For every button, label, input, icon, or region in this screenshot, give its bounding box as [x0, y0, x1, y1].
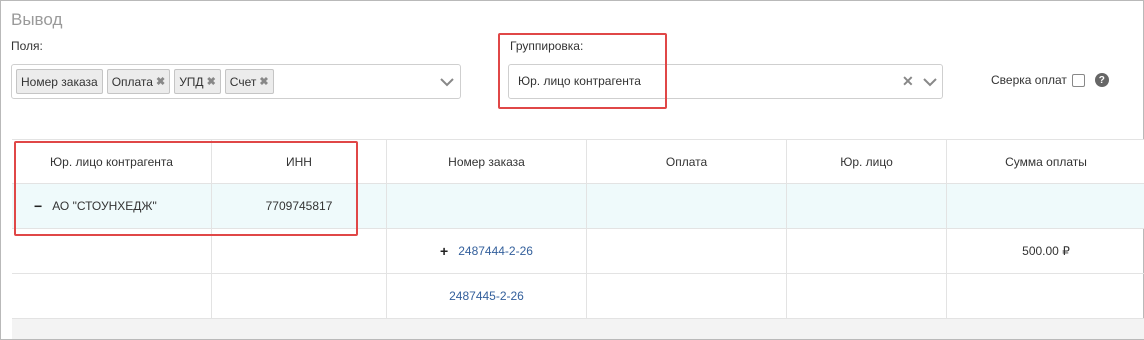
chevron-down-icon[interactable]	[440, 75, 454, 89]
chevron-down-icon[interactable]	[923, 75, 937, 89]
legal-entity-cell	[787, 274, 947, 318]
field-tag-label: Номер заказа	[21, 74, 98, 89]
inn-value: 7709745817	[212, 184, 387, 228]
payment-reconciliation: Сверка оплат ?	[991, 73, 1109, 87]
field-tag: Счет ✖	[224, 69, 274, 94]
amount-cell	[947, 274, 1144, 318]
payment-reconciliation-checkbox[interactable]	[1071, 73, 1085, 87]
table-cell	[212, 229, 387, 273]
payment-cell	[587, 274, 787, 318]
table-cell	[787, 184, 947, 228]
field-tag: УПД ✖	[174, 69, 221, 94]
plus-icon[interactable]: +	[440, 243, 448, 259]
column-header[interactable]: Юр. лицо	[787, 140, 947, 183]
column-header[interactable]: Юр. лицо контрагента	[12, 140, 212, 183]
payment-cell	[587, 229, 787, 273]
grouping-selected-value: Юр. лицо контрагента	[518, 74, 641, 88]
close-icon[interactable]: ✖	[156, 75, 165, 88]
table-cell	[12, 274, 212, 318]
table-cell	[587, 184, 787, 228]
section-title: Вывод	[11, 10, 63, 29]
fields-multiselect[interactable]: Номер заказа Оплата ✖ УПД ✖ Счет ✖	[11, 64, 461, 99]
help-icon[interactable]: ?	[1094, 73, 1109, 87]
fields-label: Поля:	[11, 39, 43, 53]
table-row: + 2487444-2-26 500.00 ₽	[12, 229, 1144, 274]
fields-tags: Номер заказа Оплата ✖ УПД ✖ Счет ✖	[16, 69, 274, 94]
table-cell	[12, 229, 212, 273]
table-cell	[947, 184, 1144, 228]
field-tag-label: Оплата	[111, 74, 153, 89]
table-cell: − АО "СТОУНХЕДЖ"	[12, 184, 212, 228]
close-icon[interactable]: ✖	[207, 75, 216, 88]
order-link[interactable]: 2487445-2-26	[449, 289, 524, 303]
column-header[interactable]: ИНН	[212, 140, 387, 183]
minus-icon[interactable]: −	[34, 198, 42, 214]
field-tag: Оплата ✖	[106, 69, 171, 94]
field-tag: Номер заказа	[16, 69, 103, 94]
counterparty-name: АО "СТОУНХЕДЖ"	[52, 199, 157, 213]
table-header-row: Юр. лицо контрагента ИНН Номер заказа Оп…	[12, 139, 1144, 184]
amount-cell: 500.00 ₽	[1022, 244, 1070, 258]
payment-reconciliation-label: Сверка оплат	[991, 73, 1067, 87]
legal-entity-cell	[787, 229, 947, 273]
order-link[interactable]: 2487444-2-26	[458, 244, 533, 258]
column-header[interactable]: Оплата	[587, 140, 787, 183]
table-row: 2487445-2-26	[12, 274, 1144, 319]
table-cell: + 2487444-2-26	[387, 229, 587, 273]
close-icon[interactable]: ✕	[902, 73, 914, 90]
column-header[interactable]: Сумма оплаты	[947, 140, 1144, 183]
table-cell	[212, 274, 387, 318]
table-cell	[387, 184, 587, 228]
column-header[interactable]: Номер заказа	[387, 140, 587, 183]
output-panel: Вывод Поля: Номер заказа Оплата ✖ УПД ✖ …	[0, 0, 1144, 340]
table-footer-strip	[12, 319, 1144, 339]
table-cell: 2487445-2-26	[387, 274, 587, 318]
field-tag-label: УПД	[179, 74, 204, 89]
field-tag-label: Счет	[229, 74, 257, 89]
close-icon[interactable]: ✖	[259, 75, 268, 88]
group-row: − АО "СТОУНХЕДЖ" 7709745817	[12, 184, 1144, 229]
grouping-label: Группировка:	[510, 39, 584, 53]
grouping-select[interactable]: Юр. лицо контрагента ✕	[508, 64, 943, 99]
